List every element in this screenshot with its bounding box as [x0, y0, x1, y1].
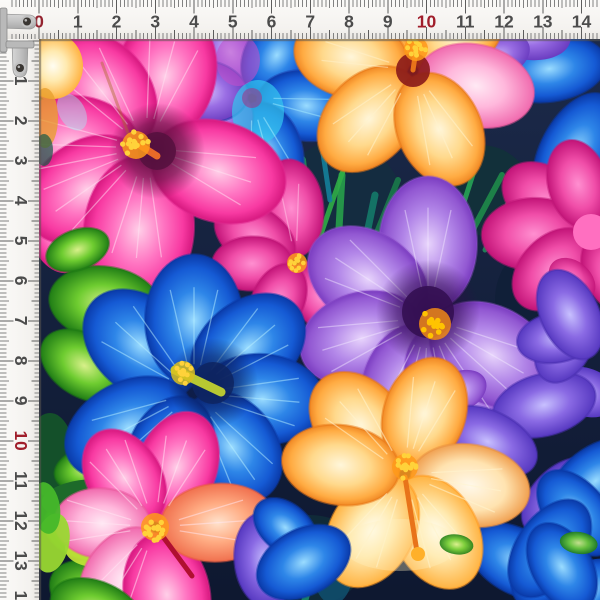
svg-text:3: 3	[11, 156, 31, 167]
svg-text:11: 11	[456, 12, 475, 32]
svg-text:10: 10	[11, 430, 31, 451]
svg-text:12: 12	[494, 12, 514, 32]
svg-text:2: 2	[11, 116, 31, 127]
svg-text:8: 8	[344, 12, 354, 32]
svg-text:10: 10	[417, 12, 437, 32]
svg-text:7: 7	[305, 12, 315, 32]
svg-text:7: 7	[11, 316, 31, 327]
svg-text:14: 14	[572, 12, 592, 32]
svg-text:12: 12	[11, 510, 31, 531]
svg-text:11: 11	[11, 471, 31, 491]
svg-text:2: 2	[112, 12, 122, 32]
svg-text:13: 13	[533, 12, 553, 32]
svg-text:1: 1	[73, 12, 83, 32]
svg-text:6: 6	[267, 12, 277, 32]
svg-text:13: 13	[11, 550, 31, 571]
svg-text:3: 3	[150, 12, 160, 32]
svg-text:4: 4	[189, 12, 199, 32]
svg-text:9: 9	[11, 396, 31, 407]
svg-text:5: 5	[228, 12, 238, 32]
svg-text:4: 4	[11, 196, 31, 207]
svg-text:8: 8	[11, 356, 31, 367]
svg-text:9: 9	[383, 12, 393, 32]
svg-text:5: 5	[11, 236, 31, 247]
svg-text:6: 6	[11, 276, 31, 287]
svg-text:14: 14	[11, 590, 31, 600]
